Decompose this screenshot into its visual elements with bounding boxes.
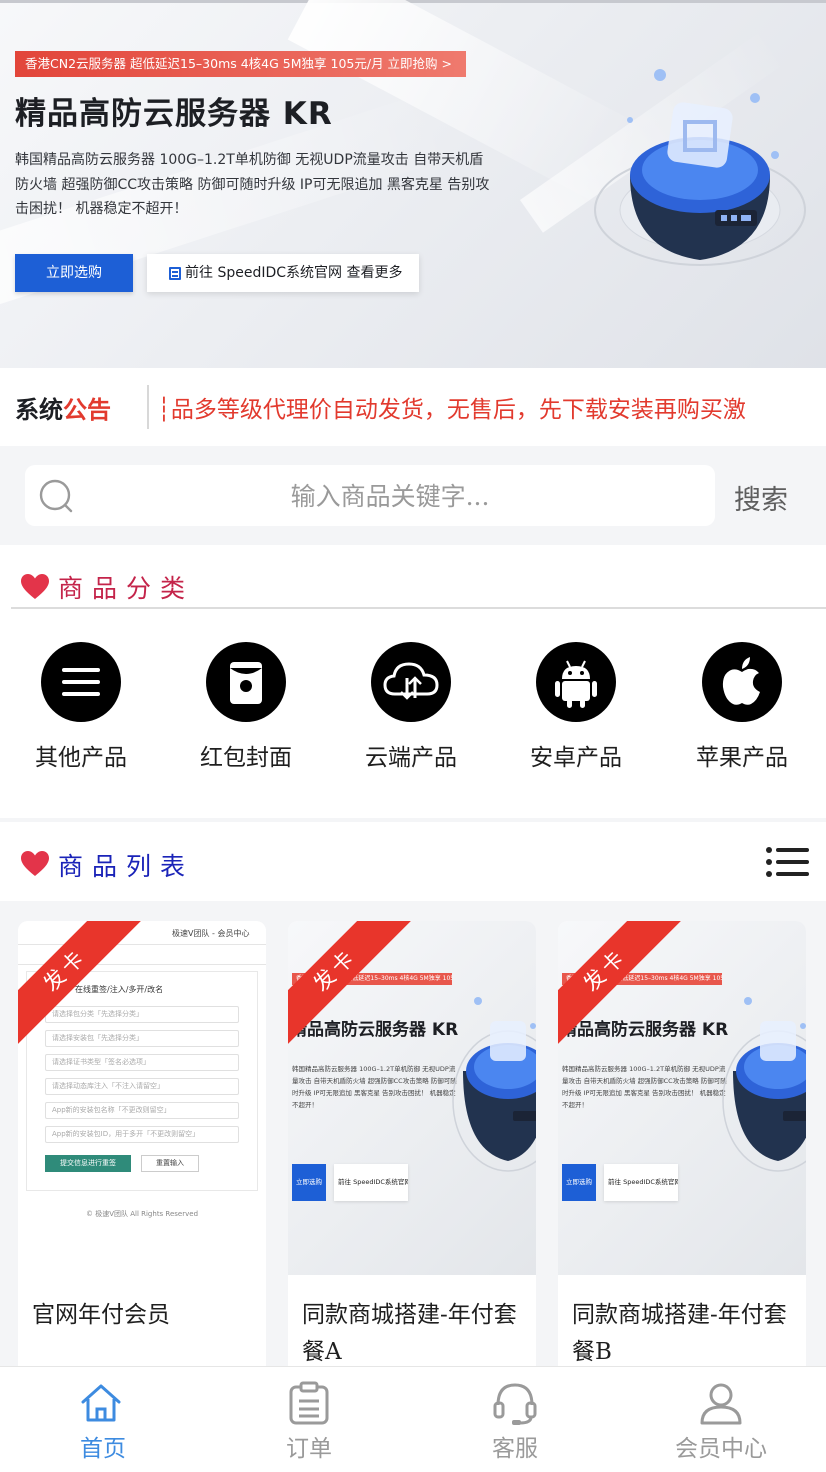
tab-label: 订单 — [286, 1436, 332, 1462]
category-apple[interactable]: 苹果产品 — [662, 642, 822, 782]
category-cloud[interactable]: 云端产品 — [331, 642, 491, 782]
thumb-field: 请选择安装包「先选择分类」 — [45, 1030, 239, 1047]
thumb-description: 韩国精品高防云服务器 100G–1.2T单机防御 无视UDP流量攻击 自带天机盾… — [562, 1065, 727, 1109]
list-view-toggle-icon[interactable] — [766, 846, 809, 878]
product-card[interactable]: 香港CN2云服务器 超低延迟15–30ms 4核4G 5M独享 105元/月 立… — [288, 921, 536, 1366]
category-label: 苹果产品 — [696, 745, 788, 771]
announcement-label-main: 系统 — [15, 396, 63, 424]
announcement-marquee[interactable]: ┆品多等级代理价自动发货，无售后，先下载安装再购买激 — [157, 390, 826, 424]
server-device-illustration — [594, 69, 806, 266]
heart-icon — [21, 851, 49, 876]
menu-icon — [41, 642, 121, 722]
category-section-title: 商品分类 — [58, 574, 195, 603]
announcement-label-accent: 公告 — [63, 396, 111, 424]
category-label: 红包封面 — [200, 745, 292, 771]
tab-member-center[interactable]: 会员中心 — [618, 1367, 824, 1472]
section-divider — [11, 607, 826, 609]
category-section: 商品分类 其他产品 红包封面 云端产品 安卓产品 苹果产品 — [0, 545, 826, 818]
thumb-submit-button: 提交信息进行重签 — [45, 1155, 131, 1172]
banner-promo-tag[interactable]: 香港CN2云服务器 超低延迟15–30ms 4核4G 5M独享 105元/月 立… — [15, 51, 466, 77]
tab-label: 客服 — [492, 1436, 538, 1462]
home-icon — [81, 1384, 121, 1422]
top-divider — [0, 0, 826, 3]
thumb-footer: © 极速V团队 All Rights Reserved — [85, 1210, 199, 1218]
category-label: 安卓产品 — [530, 745, 622, 771]
thumb-title: 精品高防云服务器 KR — [560, 1020, 729, 1040]
headset-icon — [493, 1383, 537, 1425]
tab-home[interactable]: 首页 — [0, 1367, 206, 1472]
visit-site-button[interactable]: 前往 SpeedIDC系统官网 查看更多 — [147, 254, 419, 292]
thumb-field: App新的安装包名称「不更改则留空」 — [45, 1102, 239, 1119]
tab-label: 首页 — [80, 1436, 126, 1462]
announcement-divider — [147, 385, 149, 429]
thumb-header: 极速V团队 - 会员中心 — [18, 921, 266, 945]
product-list-title: 商品列表 — [58, 852, 195, 881]
search-input[interactable] — [85, 479, 695, 513]
thumb-title: 精品高防云服务器 KR — [290, 1020, 459, 1040]
thumb-field: 请选择包分类「先选择分类」 — [45, 1006, 239, 1023]
product-list-header: 商品列表 — [0, 822, 826, 901]
thumb-visit-button: 前往 SpeedIDC系统官网 查看更多 — [334, 1164, 408, 1201]
tab-label: 会员中心 — [675, 1436, 767, 1462]
thumb-buy-button: 立即选购 — [292, 1164, 326, 1201]
banner-title: 精品高防云服务器 KR — [15, 96, 333, 132]
product-title[interactable]: 同款商城搭建-年付套餐B — [572, 1297, 798, 1366]
thumb-field: 请选择证书类型「签名必选项」 — [45, 1054, 239, 1071]
order-icon — [289, 1381, 329, 1425]
category-label: 其他产品 — [35, 745, 127, 771]
product-title[interactable]: 官网年付会员 — [32, 1297, 258, 1334]
announcement-label: 系统公告 — [15, 390, 111, 425]
search-bar: 搜索 — [0, 446, 826, 545]
category-other[interactable]: 其他产品 — [1, 642, 161, 782]
tab-support[interactable]: 客服 — [412, 1367, 618, 1472]
product-card[interactable]: 香港CN2云服务器 超低延迟15–30ms 4核4G 5M独享 105元/月 立… — [558, 921, 806, 1366]
red-packet-icon — [206, 642, 286, 722]
heart-icon — [21, 574, 49, 599]
banner-description: 韩国精品高防云服务器 100G–1.2T单机防御 无视UDP流量攻击 自带天机盾… — [15, 152, 490, 217]
thumb-visit-button: 前往 SpeedIDC系统官网 查看更多 — [604, 1164, 678, 1201]
server-device-illustration — [722, 997, 806, 1172]
thumb-description: 韩国精品高防云服务器 100G–1.2T单机防御 无视UDP流量攻击 自带天机盾… — [292, 1065, 457, 1109]
announcement-bar: 系统公告 ┆品多等级代理价自动发货，无售后，先下载安装再购买激 — [0, 368, 826, 446]
thumb-header-text: 极速V团队 - 会员中心 — [172, 929, 250, 938]
product-card[interactable]: 极速V团队 - 会员中心 在线重签/注入/多开/改名 请选择包分类「先选择分类」… — [18, 921, 266, 1366]
thumb-form-heading: 在线重签/注入/多开/改名 — [75, 985, 164, 994]
android-icon — [536, 642, 616, 722]
search-icon — [39, 479, 73, 513]
product-grid: 极速V团队 - 会员中心 在线重签/注入/多开/改名 请选择包分类「先选择分类」… — [0, 901, 826, 1366]
category-android[interactable]: 安卓产品 — [496, 642, 656, 782]
hero-banner[interactable]: 香港CN2云服务器 超低延迟15–30ms 4核4G 5M独享 105元/月 立… — [0, 0, 826, 368]
buy-now-button[interactable]: 立即选购 — [15, 254, 133, 292]
thumb-buy-button: 立即选购 — [562, 1164, 596, 1201]
search-button[interactable]: 搜索 — [734, 478, 788, 517]
search-box[interactable] — [25, 465, 715, 526]
tab-orders[interactable]: 订单 — [206, 1367, 412, 1472]
server-device-illustration — [452, 997, 536, 1172]
category-label: 云端产品 — [365, 745, 457, 771]
thumb-field: 请选择动态库注入「不注入请留空」 — [45, 1078, 239, 1095]
thumb-form: 在线重签/注入/多开/改名 请选择包分类「先选择分类」 请选择安装包「先选择分类… — [26, 971, 258, 1191]
bottom-tab-bar: 首页 订单 客服 会员中心 — [0, 1366, 826, 1472]
cloud-icon — [371, 642, 451, 722]
thumb-field: App新的安装包ID，用于多开「不更改则留空」 — [45, 1126, 239, 1143]
document-icon — [169, 267, 181, 280]
user-icon — [700, 1383, 742, 1425]
visit-site-label: 前往 SpeedIDC系统官网 查看更多 — [185, 265, 403, 281]
thumb-reset-button: 重置输入 — [141, 1155, 199, 1172]
category-red-packet[interactable]: 红包封面 — [166, 642, 326, 782]
apple-icon — [702, 642, 782, 722]
product-title[interactable]: 同款商城搭建-年付套餐A — [302, 1297, 528, 1366]
